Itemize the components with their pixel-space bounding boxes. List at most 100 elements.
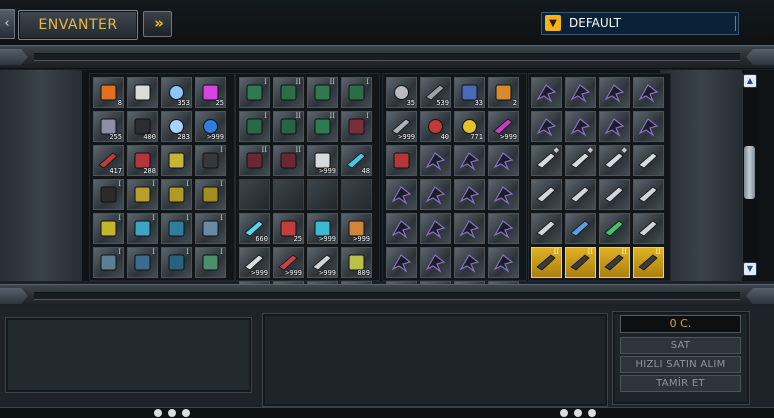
- inventory-slot[interactable]: 283: [161, 111, 192, 142]
- inventory-slot[interactable]: [341, 179, 372, 210]
- inventory-slot[interactable]: II: [307, 111, 338, 142]
- inventory-slot[interactable]: I: [195, 179, 226, 210]
- inventory-slot[interactable]: 660: [239, 213, 270, 244]
- inventory-slot[interactable]: I: [341, 77, 372, 108]
- inventory-slot[interactable]: II: [239, 145, 270, 176]
- inventory-slot[interactable]: 33: [454, 77, 485, 108]
- inventory-slot[interactable]: [454, 213, 485, 244]
- inventory-slot[interactable]: [488, 213, 519, 244]
- inventory-slot[interactable]: [565, 77, 596, 108]
- inventory-slot[interactable]: ◆: [565, 145, 596, 176]
- inventory-slot[interactable]: [531, 179, 562, 210]
- inventory-slot[interactable]: [420, 213, 451, 244]
- inventory-slot[interactable]: 255: [93, 111, 124, 142]
- inventory-slot[interactable]: ◆: [599, 145, 630, 176]
- inventory-slot[interactable]: II: [633, 247, 664, 278]
- inventory-slot[interactable]: [599, 111, 630, 142]
- inventory-slot[interactable]: 539: [420, 77, 451, 108]
- inventory-slot[interactable]: II: [273, 145, 304, 176]
- inventory-slot[interactable]: [386, 213, 417, 244]
- inventory-slot[interactable]: [386, 179, 417, 210]
- inventory-slot[interactable]: I: [127, 247, 158, 278]
- inventory-slot[interactable]: 40: [420, 111, 451, 142]
- inventory-slot[interactable]: 8: [93, 77, 124, 108]
- inventory-slot[interactable]: >999: [239, 247, 270, 278]
- inventory-slot[interactable]: I: [127, 179, 158, 210]
- inventory-slot[interactable]: [420, 179, 451, 210]
- inventory-slot[interactable]: >999: [307, 145, 338, 176]
- inventory-slot[interactable]: [633, 145, 664, 176]
- inventory-slot[interactable]: I: [161, 247, 192, 278]
- inventory-slot[interactable]: [127, 77, 158, 108]
- inventory-slot[interactable]: I: [93, 179, 124, 210]
- inventory-slot[interactable]: >999: [488, 111, 519, 142]
- inventory-slot[interactable]: >999: [307, 247, 338, 278]
- inventory-slot[interactable]: 400: [127, 111, 158, 142]
- inventory-slot[interactable]: [565, 179, 596, 210]
- inventory-slot[interactable]: [273, 179, 304, 210]
- inventory-slot[interactable]: I: [93, 213, 124, 244]
- inventory-slot[interactable]: I: [239, 77, 270, 108]
- inventory-slot[interactable]: 771: [454, 111, 485, 142]
- inventory-slot[interactable]: I: [195, 213, 226, 244]
- inventory-slot[interactable]: II: [565, 247, 596, 278]
- inventory-slot[interactable]: [454, 145, 485, 176]
- inventory-slot[interactable]: 353: [161, 77, 192, 108]
- inventory-slot[interactable]: I: [93, 247, 124, 278]
- inventory-slot[interactable]: >999: [341, 213, 372, 244]
- inventory-slot[interactable]: 417: [93, 145, 124, 176]
- inventory-slot[interactable]: >999: [195, 111, 226, 142]
- inventory-slot[interactable]: 288: [127, 145, 158, 176]
- inventory-slot[interactable]: [531, 77, 562, 108]
- sell-button[interactable]: SAT: [620, 337, 741, 354]
- inventory-slot[interactable]: 35: [386, 77, 417, 108]
- fast-forward-button[interactable]: »: [143, 11, 172, 37]
- inventory-slot[interactable]: [599, 213, 630, 244]
- inventory-slot[interactable]: I: [195, 247, 226, 278]
- inventory-slot[interactable]: [565, 213, 596, 244]
- inventory-slot[interactable]: [454, 179, 485, 210]
- inventory-slot[interactable]: 25: [273, 213, 304, 244]
- inventory-slot[interactable]: [420, 247, 451, 278]
- inventory-slot[interactable]: >999: [307, 213, 338, 244]
- loadout-dropdown[interactable]: ▼ DEFAULT: [541, 12, 739, 35]
- back-arrow-button[interactable]: ‹: [0, 9, 15, 39]
- inventory-slot[interactable]: [386, 145, 417, 176]
- inventory-slot[interactable]: 2: [488, 77, 519, 108]
- inventory-slot[interactable]: I: [161, 179, 192, 210]
- scroll-down-button[interactable]: ▼: [743, 262, 757, 276]
- inventory-slot[interactable]: [488, 179, 519, 210]
- inventory-slot[interactable]: II: [273, 77, 304, 108]
- inventory-slot[interactable]: II: [273, 111, 304, 142]
- inventory-slot[interactable]: II: [531, 247, 562, 278]
- inventory-slot[interactable]: [599, 179, 630, 210]
- inventory-slot[interactable]: [599, 77, 630, 108]
- inventory-slot[interactable]: [565, 111, 596, 142]
- inventory-slot[interactable]: [161, 145, 192, 176]
- repair-button[interactable]: TAMİR ET: [620, 375, 741, 392]
- inventory-slot[interactable]: 48: [341, 145, 372, 176]
- inventory-slot[interactable]: [633, 213, 664, 244]
- inventory-slot[interactable]: [239, 179, 270, 210]
- inventory-slot[interactable]: [488, 247, 519, 278]
- inventory-slot[interactable]: [531, 111, 562, 142]
- inventory-slot[interactable]: [633, 111, 664, 142]
- inventory-slot[interactable]: [420, 145, 451, 176]
- quick-buy-button[interactable]: HIZLI SATIN ALIM: [620, 356, 741, 373]
- scroll-thumb[interactable]: [744, 146, 755, 199]
- inventory-slot[interactable]: [488, 145, 519, 176]
- inventory-slot[interactable]: [386, 247, 417, 278]
- inventory-slot[interactable]: >999: [386, 111, 417, 142]
- inventory-slot[interactable]: >999: [273, 247, 304, 278]
- inventory-slot[interactable]: [633, 179, 664, 210]
- inventory-slot[interactable]: I: [161, 213, 192, 244]
- inventory-slot[interactable]: I: [341, 111, 372, 142]
- inventory-slot[interactable]: ◆: [531, 145, 562, 176]
- inventory-slot[interactable]: II: [599, 247, 630, 278]
- scroll-up-button[interactable]: ▲: [743, 74, 757, 88]
- inventory-slot[interactable]: [633, 77, 664, 108]
- inventory-slot[interactable]: [307, 179, 338, 210]
- inventory-slot[interactable]: I: [195, 145, 226, 176]
- inventory-slot[interactable]: I: [239, 111, 270, 142]
- inventory-slot[interactable]: [531, 213, 562, 244]
